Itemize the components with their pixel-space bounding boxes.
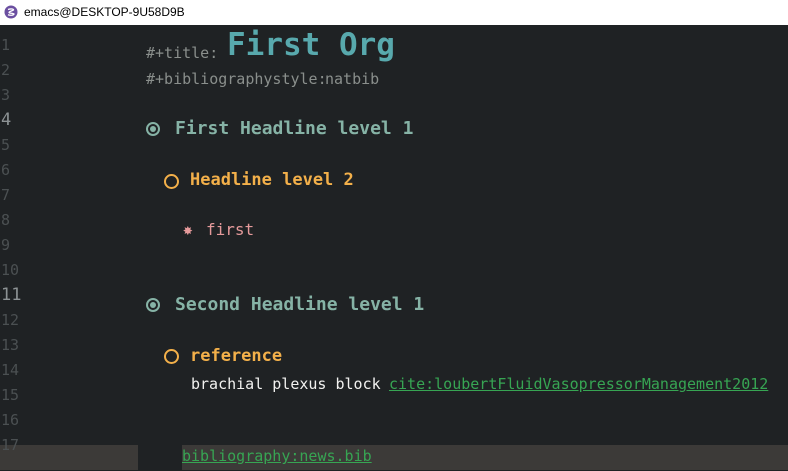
emacs-icon: [4, 5, 18, 19]
line-number: 14: [1, 361, 20, 379]
line-number: 13: [1, 336, 20, 354]
line-number: 10: [1, 261, 20, 279]
window-title-bar: emacs@DESKTOP-9U58D9B: [0, 0, 788, 25]
title-keyword: #+title:: [146, 44, 219, 62]
editor-area[interactable]: 1 2 3 4 5 6 7 8 9 10 11 12 13 14 15 16 1…: [0, 25, 788, 471]
body-text: brachial plexus block: [191, 375, 381, 393]
cite-link[interactable]: cite:loubertFluidVasopressorManagement20…: [389, 375, 768, 393]
line-number: 8: [1, 211, 11, 229]
line-number: 4: [1, 110, 12, 130]
line-number: 15: [1, 386, 20, 404]
radio-filled-icon: [146, 122, 160, 136]
line-number: 17: [1, 436, 20, 454]
radio-filled-icon: [146, 298, 160, 312]
headline-level-2[interactable]: Headline level 2: [190, 170, 354, 190]
circle-icon: [164, 349, 179, 364]
bibliographystyle-keyword: #+bibliographystyle:: [146, 70, 327, 88]
asterisk-bullet-icon: ✸: [183, 220, 193, 239]
headline-level-1[interactable]: Second Headline level 1: [175, 294, 424, 315]
bibliography-link[interactable]: bibliography:news.bib: [182, 447, 372, 465]
line-number: 9: [1, 236, 11, 254]
line-number: 12: [1, 311, 20, 329]
line-number: 7: [1, 186, 11, 204]
headline-level-3[interactable]: first: [206, 220, 254, 239]
document-title: First Org: [227, 27, 395, 63]
line-number: 11: [1, 285, 22, 305]
circle-icon: [164, 174, 179, 189]
headline-level-1[interactable]: First Headline level 1: [175, 118, 413, 139]
bibliographystyle-value: natbib: [325, 70, 380, 88]
headline-level-2[interactable]: reference: [190, 346, 282, 366]
line-number: 6: [1, 161, 11, 179]
line-number: 2: [1, 61, 11, 79]
line-number: 1: [1, 36, 11, 54]
line-number: 3: [1, 86, 11, 104]
line-number: 16: [1, 411, 20, 429]
window-title: emacs@DESKTOP-9U58D9B: [24, 5, 185, 19]
line-number: 5: [1, 136, 11, 154]
